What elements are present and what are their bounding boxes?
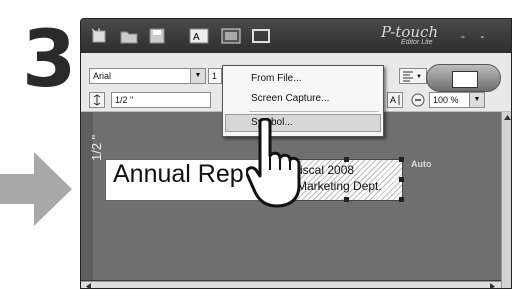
image-tool-icon[interactable] <box>221 27 241 45</box>
align-left-icon: ▼ <box>403 71 422 82</box>
chevron-down-icon[interactable]: ▼ <box>190 69 205 83</box>
pointing-hand-icon <box>246 118 301 208</box>
zoom-value: 100 % <box>433 95 459 105</box>
tape-length-button[interactable] <box>89 92 105 108</box>
font-size-value: 1 <box>212 71 218 81</box>
align-button[interactable]: ▼ <box>399 68 427 84</box>
printer-icon <box>452 71 478 88</box>
resize-handle[interactable] <box>399 157 404 162</box>
right-arrow-icon <box>0 152 72 226</box>
menu-item-from-file[interactable]: From File... <box>251 70 302 88</box>
tape-width-indicator: 1/2 " <box>89 134 104 161</box>
scroll-left-icon[interactable] <box>85 283 92 289</box>
tape-width-value: 1/2 " <box>115 95 134 105</box>
svg-text:▼: ▼ <box>416 74 422 80</box>
new-label-icon[interactable] <box>89 27 109 45</box>
font-name-value: Arial <box>93 71 112 81</box>
scroll-up-icon[interactable] <box>504 114 511 121</box>
text-tool-icon[interactable]: A <box>189 27 209 45</box>
scroll-right-icon[interactable] <box>489 283 496 289</box>
print-button[interactable] <box>426 64 501 92</box>
menu-item-screen-capture[interactable]: Screen Capture... <box>251 90 329 108</box>
zoom-out-icon[interactable] <box>411 93 425 107</box>
step-number: 3 <box>22 15 76 105</box>
svg-text:A: A <box>193 32 200 43</box>
horizontal-scrollbar[interactable] <box>81 281 501 289</box>
title-bar: A P-touch Editor Lite - - <box>81 19 511 53</box>
save-icon[interactable] <box>147 27 167 45</box>
length-mode-label: Auto <box>411 159 432 169</box>
text-box-line-2: Marketing Dept. <box>297 179 382 193</box>
text-direction-button[interactable]: A <box>387 92 403 108</box>
chevron-down-icon[interactable]: ▼ <box>469 93 484 107</box>
resize-handle[interactable] <box>344 157 349 162</box>
frame-tool-icon[interactable] <box>251 27 271 45</box>
zoom-select[interactable]: 100 % ▼ <box>429 92 485 108</box>
tape-width-select[interactable]: 1/2 " <box>111 92 211 108</box>
tape-length-icon <box>93 94 101 106</box>
font-size-select[interactable]: 1 <box>208 68 222 84</box>
menu-separator <box>249 111 379 112</box>
resize-handle[interactable] <box>344 197 349 202</box>
vertical-scrollbar[interactable] <box>501 112 511 288</box>
font-name-select[interactable]: Arial ▼ <box>89 68 206 84</box>
brand-subtitle: Editor Lite <box>401 39 433 46</box>
window-controls[interactable]: - - <box>461 29 490 43</box>
text-direction-icon: A <box>390 95 400 105</box>
text-box-line-1: iscal 2008 <box>300 163 355 177</box>
resize-handle[interactable] <box>399 197 404 202</box>
svg-text:A: A <box>390 95 396 105</box>
label-main-text[interactable]: Annual Rep <box>113 159 244 189</box>
resize-handle[interactable] <box>399 177 404 182</box>
open-folder-icon[interactable] <box>119 27 139 45</box>
